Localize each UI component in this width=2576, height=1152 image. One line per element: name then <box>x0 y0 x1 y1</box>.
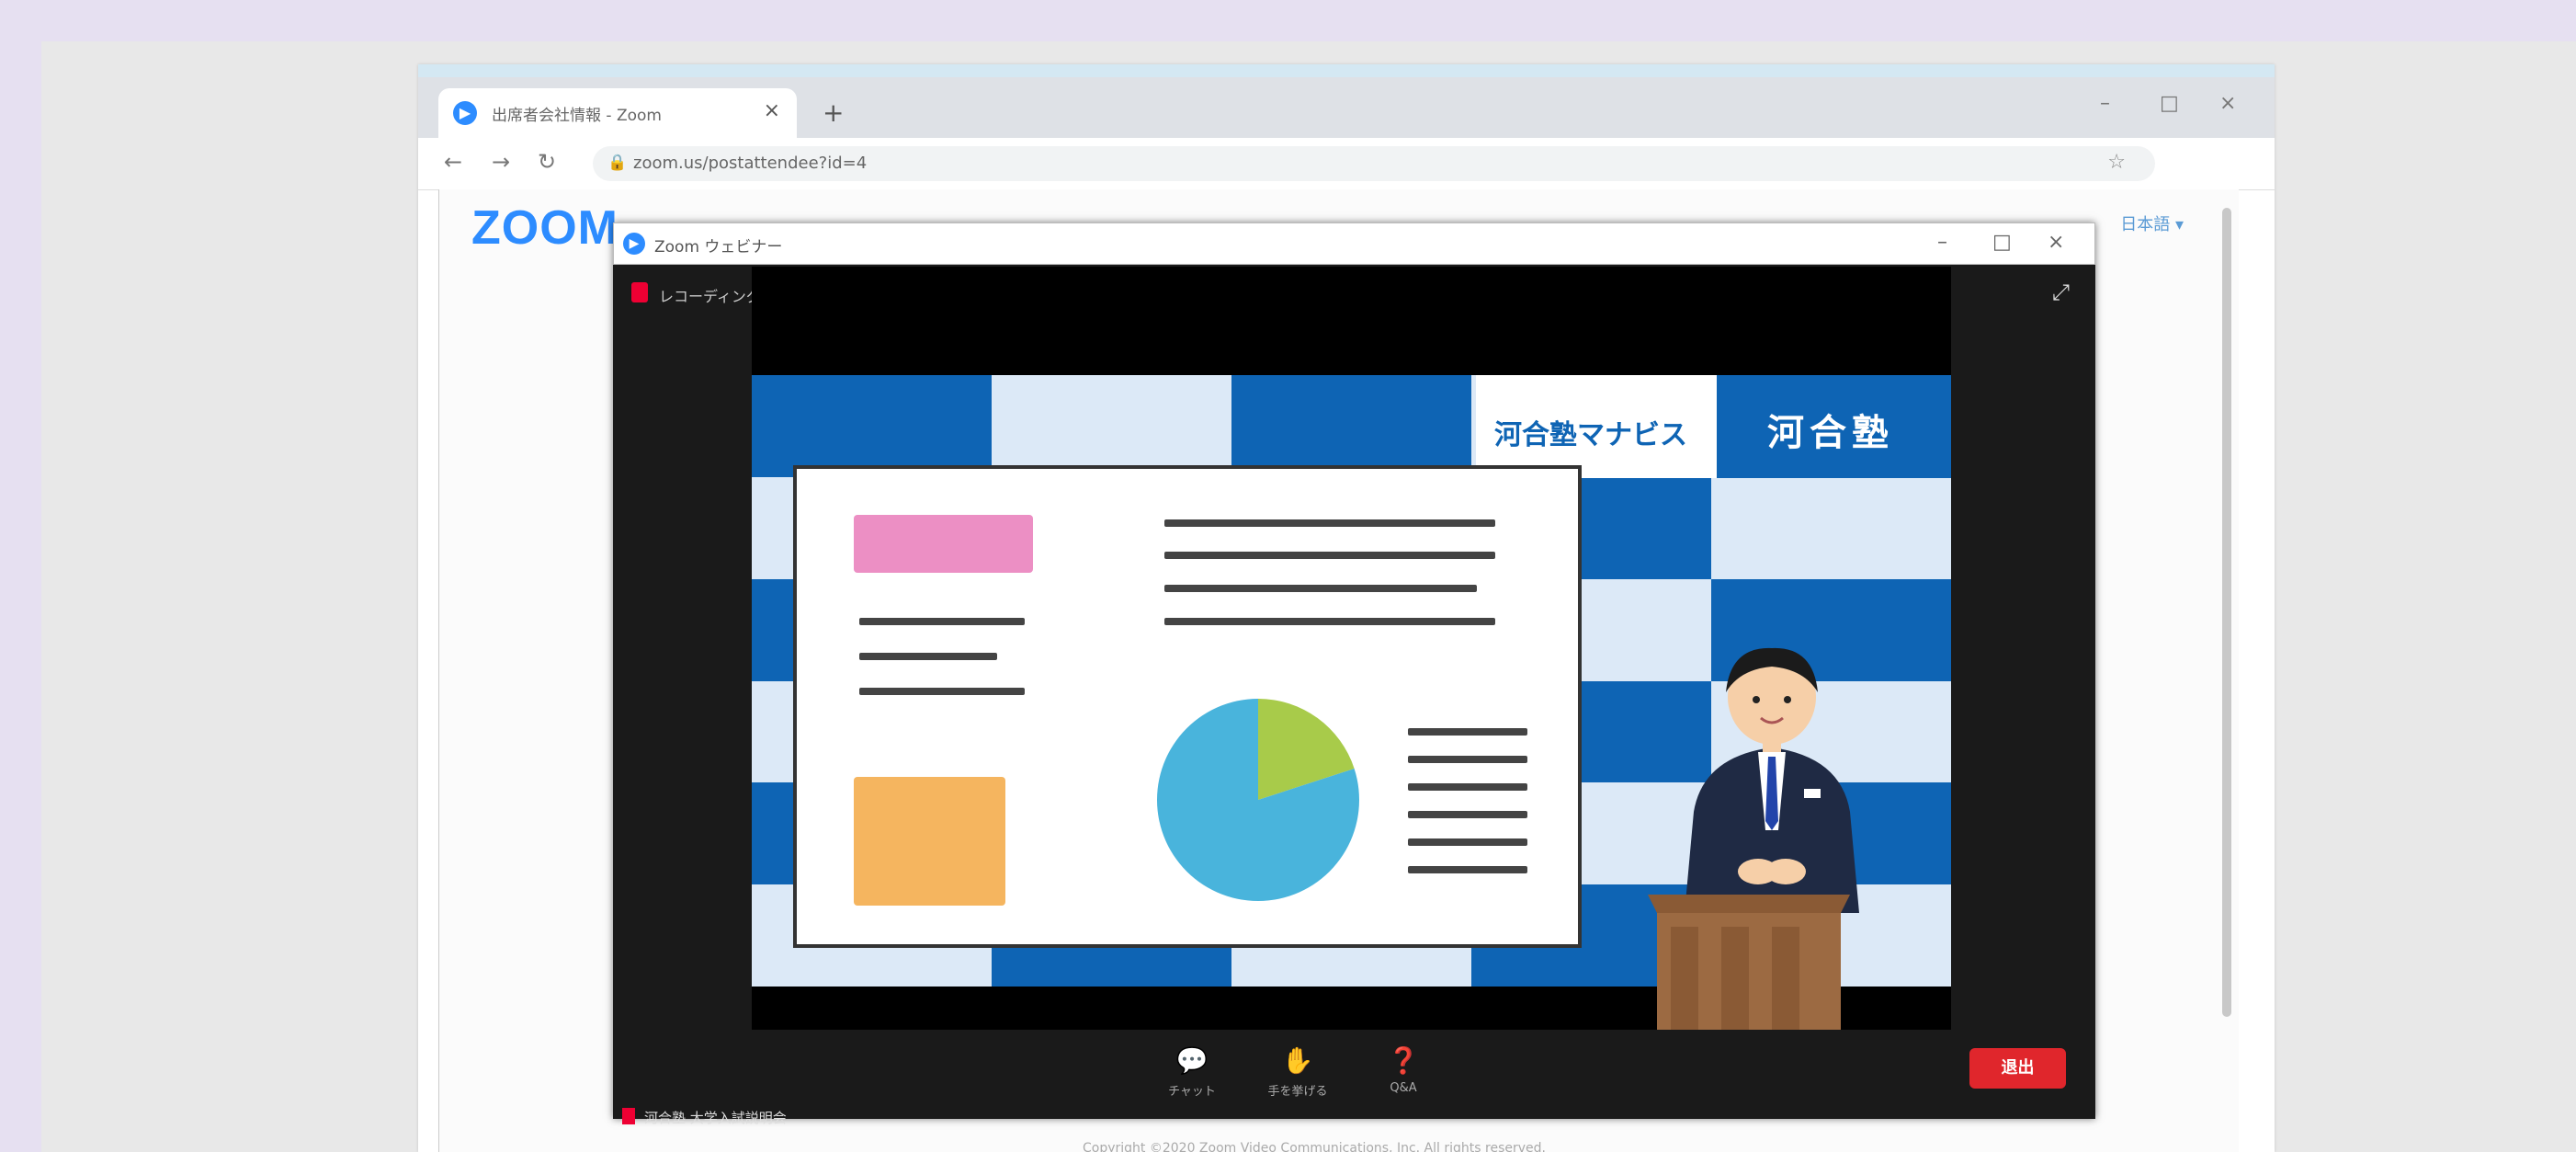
webinar-close-icon[interactable]: × <box>2048 231 2064 254</box>
tab-title: 出席者会社情報 - Zoom <box>492 107 662 125</box>
forward-icon[interactable]: → <box>492 149 510 175</box>
slide-pie-chart <box>1157 699 1359 901</box>
address-bar[interactable]: 🔒 zoom.us/postattendee?id=4 ☆ <box>593 146 2155 181</box>
brand-left-panel: 河合塾マナビス <box>1476 375 1717 478</box>
zoom-webinar-window: ▶ Zoom ウェビナー – □ × レコーディング ⤢ 河合塾マナビス 河合塾… <box>613 222 2095 1126</box>
tab-bar: ▶ 出席者会社情報 - Zoom × + – □ × <box>418 77 2275 138</box>
chat-icon: 💬 <box>1175 1045 1209 1076</box>
address-bar-row: ← → ↻ 🔒 zoom.us/postattendee?id=4 ☆ <box>418 138 2275 190</box>
raise-hand-button[interactable]: ✋ 手を挙げる <box>1256 1045 1339 1100</box>
qa-button[interactable]: ❓ Q&A <box>1362 1045 1445 1096</box>
meeting-control-bar: 河合塾 大学入試説明会 💬 チャット ✋ 手を挙げる ❓ Q&A 退出 <box>613 1030 2095 1126</box>
bookmark-icon[interactable]: ☆ <box>2107 151 2126 174</box>
recording-icon <box>631 282 648 302</box>
brand-left-text: 河合塾マナビス <box>1494 419 1687 451</box>
qa-label: Q&A <box>1390 1081 1417 1095</box>
qa-icon: ❓ <box>1387 1045 1420 1076</box>
webinar-minimize-icon[interactable]: – <box>1937 231 1947 254</box>
webinar-name-text: 河合塾 大学入試説明会 <box>644 1110 787 1126</box>
close-window-icon[interactable]: × <box>2219 92 2236 115</box>
zoom-favicon-icon: ▶ <box>453 101 477 125</box>
minimize-icon[interactable]: – <box>2100 92 2110 115</box>
back-icon[interactable]: ← <box>444 149 462 175</box>
presentation-slide <box>793 465 1582 948</box>
language-selector[interactable]: 日本語 ▾ <box>2120 211 2184 235</box>
webinar-flag-icon <box>622 1108 635 1124</box>
zoom-app-icon: ▶ <box>623 233 645 255</box>
page-scrollbar[interactable] <box>2222 208 2231 1017</box>
fullscreen-icon[interactable]: ⤢ <box>2052 279 2070 305</box>
zoom-logo[interactable]: ZOOM <box>471 200 618 256</box>
stage-overlay: 河合塾マナビス 河合塾 <box>752 375 1951 1097</box>
slide-pink-block <box>854 515 1033 573</box>
brand-right-panel: 河合塾 <box>1717 375 1951 478</box>
recording-label: レコーディング <box>659 288 761 305</box>
page-footer: Copyright ©2020 Zoom Video Communication… <box>1083 1141 1546 1152</box>
reload-icon[interactable]: ↻ <box>538 149 556 175</box>
raise-hand-icon: ✋ <box>1281 1045 1314 1076</box>
raise-hand-label: 手を挙げる <box>1267 1085 1328 1099</box>
tab-close-icon[interactable]: × <box>764 99 780 122</box>
lock-icon: 🔒 <box>607 154 628 172</box>
window-top-strip <box>418 64 2275 77</box>
video-feed: 河合塾マナビス 河合塾 <box>752 267 1951 1097</box>
brand-right-text: 河合塾 <box>1767 412 1894 454</box>
slide-orange-block <box>854 777 1005 906</box>
webinar-title-bar: ▶ Zoom ウェビナー – □ × <box>613 222 2095 265</box>
maximize-icon[interactable]: □ <box>2160 92 2179 115</box>
chat-button[interactable]: 💬 チャット <box>1151 1045 1233 1100</box>
new-tab-button[interactable]: + <box>823 97 844 128</box>
browser-tab[interactable]: ▶ 出席者会社情報 - Zoom × <box>438 88 797 138</box>
leave-button[interactable]: 退出 <box>1969 1048 2066 1089</box>
chat-label: チャット <box>1168 1085 1216 1099</box>
url-text[interactable]: zoom.us/postattendee?id=4 <box>633 154 867 173</box>
screenshot-frame: ▶ 出席者会社情報 - Zoom × + – □ × ← → ↻ 🔒 zoom.… <box>41 41 2576 1152</box>
webinar-maximize-icon[interactable]: □ <box>1992 231 2012 254</box>
webinar-title: Zoom ウェビナー <box>654 238 783 257</box>
